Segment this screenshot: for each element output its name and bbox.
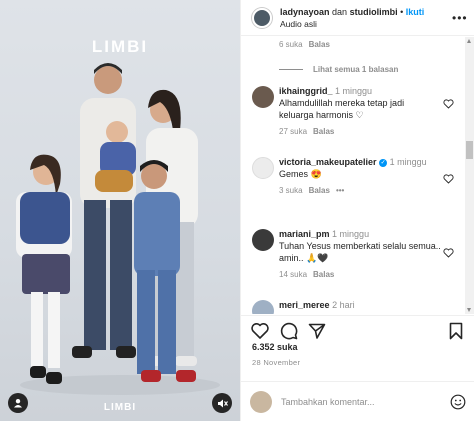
audio-link[interactable]: Audio asli <box>280 18 452 30</box>
comment-heart-icon[interactable] <box>443 248 454 258</box>
author-username[interactable]: ladynayoan <box>280 7 330 17</box>
post-actions <box>241 315 474 345</box>
comment-text: Gemes 😍 <box>279 169 322 179</box>
post-panel: ladynayoan dan studiolimbi • Ikuti Audio… <box>240 0 474 421</box>
share-icon[interactable] <box>307 321 327 341</box>
more-icon[interactable]: ••• <box>452 11 467 25</box>
commenter-avatar[interactable] <box>252 157 274 179</box>
commenter-avatar[interactable] <box>252 86 274 108</box>
reply-button[interactable]: Balas <box>313 127 334 136</box>
commenter-username[interactable]: meri_meree <box>279 300 330 310</box>
brand-watermark-bottom: LIMBI <box>103 402 137 413</box>
comment-heart-icon[interactable] <box>443 174 454 184</box>
reply-button[interactable]: Balas <box>309 186 330 195</box>
comments-list: 6 suka Balas Lihat semua 1 balasan ikhain… <box>241 37 466 314</box>
commenter-username[interactable]: victoria_makeupatelier <box>279 157 377 167</box>
speaker-muted-icon[interactable] <box>212 393 232 413</box>
author-avatar[interactable] <box>252 7 272 28</box>
collab-username[interactable]: studiolimbi <box>350 7 398 17</box>
heart-icon[interactable] <box>250 321 270 341</box>
commenter-username[interactable]: ikhainggrid_ <box>279 86 333 96</box>
comment-time[interactable]: 1 minggu <box>390 157 427 167</box>
comments-scrollbar[interactable] <box>465 37 474 314</box>
user-tag-icon[interactable] <box>8 393 28 413</box>
reply-button[interactable]: Balas <box>309 40 330 49</box>
comment-text: Alhamdulillah mereka tetap jadi keluarga… <box>279 98 405 120</box>
scroll-thumb[interactable] <box>466 141 473 159</box>
reply-button[interactable]: Balas <box>313 270 334 279</box>
post-media[interactable]: LIMBI LIMBI <box>0 0 240 421</box>
comment-likes[interactable]: 3 suka <box>279 186 303 195</box>
comment-heart-icon[interactable] <box>443 99 454 109</box>
post-header: ladynayoan dan studiolimbi • Ikuti Audio… <box>241 0 474 36</box>
follow-button[interactable]: Ikuti <box>406 7 425 17</box>
comment-time[interactable]: 1 minggu <box>332 229 369 239</box>
brand-watermark-top: LIMBI <box>91 37 149 56</box>
comment-options-icon[interactable]: ••• <box>336 186 344 195</box>
separator-dot: • <box>400 6 404 17</box>
commenter-username[interactable]: mariani_pm <box>279 229 330 239</box>
post-date[interactable]: 28 November <box>252 358 300 367</box>
prev-comment-meta: 6 suka Balas <box>279 40 330 49</box>
post-likes-count[interactable]: 6.352 suka <box>252 342 298 352</box>
bookmark-icon[interactable] <box>446 321 466 341</box>
commenter-avatar[interactable] <box>252 300 274 314</box>
scroll-down-arrow-icon[interactable] <box>467 308 471 312</box>
comment-likes[interactable]: 14 suka <box>279 270 307 279</box>
comment-composer <box>241 381 474 421</box>
collab-joiner: dan <box>332 6 348 17</box>
commenter-avatar[interactable] <box>252 229 274 251</box>
comment-likes[interactable]: 6 suka <box>279 40 303 49</box>
verified-badge-icon: ✓ <box>379 158 388 167</box>
comment-icon[interactable] <box>279 321 299 341</box>
comment-likes[interactable]: 27 suka <box>279 127 307 136</box>
scroll-up-arrow-icon[interactable] <box>467 39 471 43</box>
comment-time[interactable]: 1 minggu <box>335 86 372 96</box>
emoji-icon[interactable] <box>450 394 466 410</box>
family-photo <box>16 63 220 395</box>
current-user-avatar <box>250 390 272 413</box>
comment-input[interactable] <box>281 396 450 407</box>
comment-text: Tuhan Yesus memberkati selalu semua.. am… <box>279 241 441 263</box>
comment-time[interactable]: 2 hari <box>332 300 355 310</box>
replies-divider <box>279 69 303 70</box>
view-replies-button[interactable]: Lihat semua 1 balasan <box>279 65 398 74</box>
